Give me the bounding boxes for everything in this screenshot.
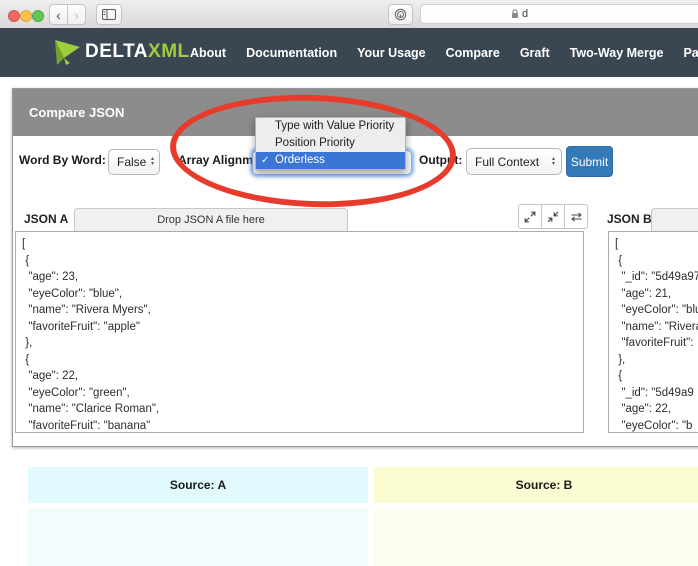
nav-item-graft[interactable]: Graft: [520, 46, 550, 60]
json-a-textarea[interactable]: [ { "age": 23, "eyeColor": "blue", "name…: [15, 231, 584, 433]
json-b-textarea[interactable]: [ { "_id": "5d49a97 "age": 21, "eyeColor…: [608, 231, 698, 433]
sidebar-toggle-button[interactable]: [96, 4, 122, 25]
source-b-header: Source: B: [374, 467, 698, 503]
output-select[interactable]: Full Context ▴▾: [466, 148, 562, 175]
textarea-toolbar: [518, 204, 588, 229]
lock-icon: [511, 9, 519, 19]
word-by-word-value: False: [117, 155, 146, 169]
json-a-label: JSON A: [24, 212, 68, 226]
stepper-icon: ▴▾: [552, 157, 555, 167]
expand-icon[interactable]: [518, 204, 542, 229]
nav-item-two-way-merge[interactable]: Two-Way Merge: [570, 46, 664, 60]
logo-triangle-icon: [54, 38, 81, 66]
swap-icon[interactable]: [564, 204, 588, 229]
url-text: d: [522, 8, 528, 20]
json-b-label: JSON B: [607, 212, 652, 226]
nav-menu: About Documentation Your Usage Compare G…: [190, 28, 698, 77]
deltaxml-logo[interactable]: DELTAXML: [54, 38, 190, 66]
minimize-window-button[interactable]: [20, 10, 32, 22]
browser-window: ‹ › d: [0, 0, 698, 566]
word-by-word-label: Word By Word:: [19, 153, 106, 167]
zoom-window-button[interactable]: [32, 10, 44, 22]
word-by-word-select[interactable]: False ▴▾: [108, 149, 160, 175]
source-a-content: [28, 508, 368, 566]
stepper-icon: ▴▾: [151, 157, 154, 167]
nav-item-your-usage[interactable]: Your Usage: [357, 46, 426, 60]
site-navbar: DELTAXML About Documentation Your Usage …: [0, 28, 698, 77]
json-a-dropzone[interactable]: Drop JSON A file here: [74, 208, 348, 233]
back-button[interactable]: ‹: [49, 4, 68, 25]
close-window-button[interactable]: [8, 10, 20, 22]
concentric-circles-icon: [394, 8, 407, 21]
nav-item-documentation[interactable]: Documentation: [246, 46, 337, 60]
submit-button[interactable]: Submit: [566, 146, 613, 177]
browser-toolbar: ‹ › d: [0, 0, 698, 29]
page-title: Compare JSON: [29, 105, 124, 120]
sidebar-icon: [102, 9, 116, 20]
nav-item-patch[interactable]: Patch: [683, 46, 698, 60]
json-b-dropzone[interactable]: [651, 208, 698, 233]
collapse-icon[interactable]: [541, 204, 565, 229]
brand-text-delta: DELTA: [85, 41, 148, 62]
brand-text-xml: XML: [148, 41, 190, 62]
nav-item-compare[interactable]: Compare: [446, 46, 500, 60]
nav-item-about[interactable]: About: [190, 46, 226, 60]
source-b-content: [374, 508, 698, 566]
output-value: Full Context: [475, 155, 539, 169]
address-bar[interactable]: d: [420, 4, 698, 24]
forward-button[interactable]: ›: [67, 4, 86, 25]
extension-icon[interactable]: [388, 4, 413, 25]
source-a-header: Source: A: [28, 467, 368, 503]
